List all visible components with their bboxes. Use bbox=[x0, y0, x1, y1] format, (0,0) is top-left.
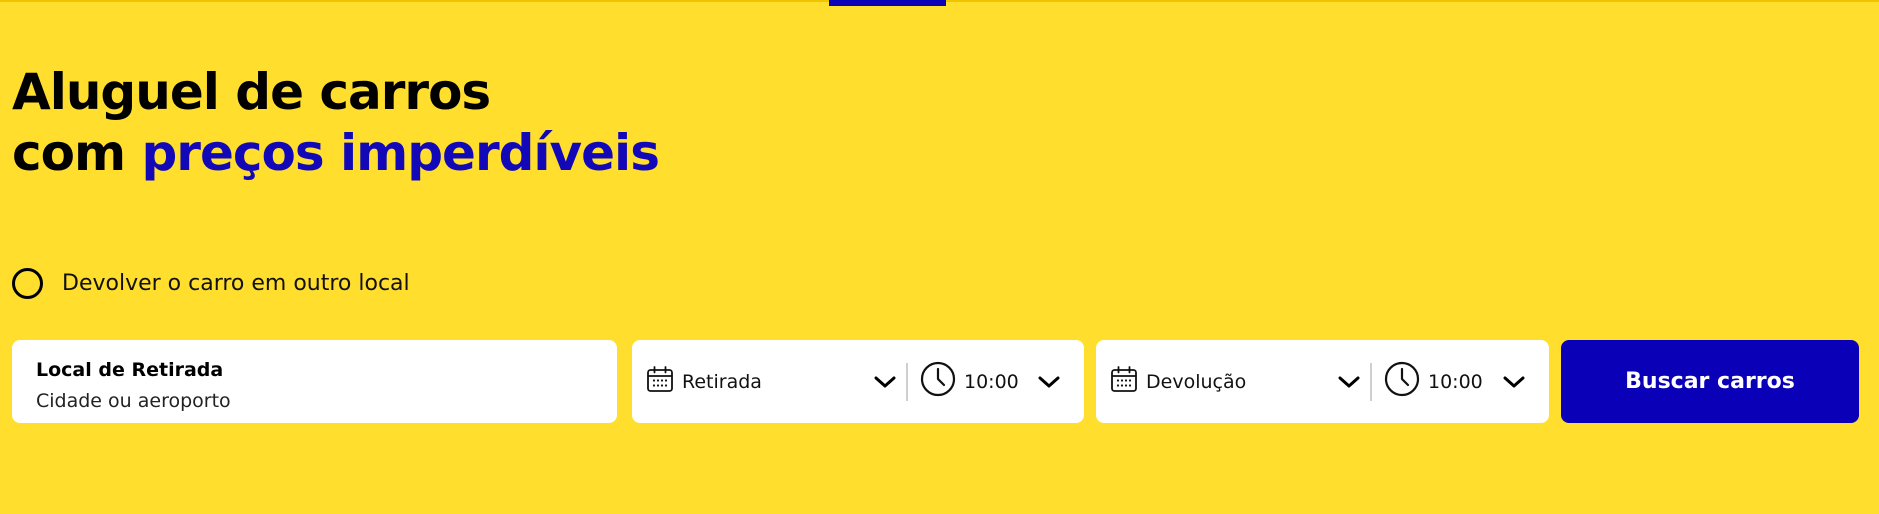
clock-icon bbox=[1384, 361, 1420, 402]
dropoff-time-picker[interactable]: 10:00 bbox=[1372, 340, 1549, 423]
title-line-2-prefix: com bbox=[12, 124, 142, 182]
dropoff-time-value: 10:00 bbox=[1428, 370, 1483, 393]
title-line-2: com preços imperdíveis bbox=[12, 123, 660, 184]
pickup-datetime-field: Retirada 10:00 bbox=[632, 340, 1084, 423]
pickup-time-value: 10:00 bbox=[964, 370, 1019, 393]
dropoff-date-label: Devolução bbox=[1146, 370, 1247, 393]
clock-icon bbox=[920, 361, 956, 402]
pickup-location-field[interactable]: Local de Retirada bbox=[12, 340, 617, 423]
return-elsewhere-radio[interactable] bbox=[12, 268, 43, 299]
chevron-down-icon bbox=[1336, 369, 1362, 395]
pickup-date-picker[interactable]: Retirada bbox=[632, 340, 906, 423]
calendar-icon bbox=[646, 365, 674, 398]
dropoff-date-picker[interactable]: Devolução bbox=[1096, 340, 1370, 423]
chevron-down-icon bbox=[1036, 369, 1062, 395]
title-accent-text: preços imperdíveis bbox=[141, 124, 660, 182]
return-elsewhere-label: Devolver o carro em outro local bbox=[62, 271, 410, 296]
page-title: Aluguel de carros com preços imperdíveis bbox=[12, 62, 660, 184]
chevron-down-icon bbox=[1501, 369, 1527, 395]
active-tab-indicator bbox=[829, 0, 946, 6]
pickup-location-input[interactable] bbox=[36, 390, 596, 412]
title-line-1: Aluguel de carros bbox=[12, 63, 491, 121]
search-cars-button[interactable]: Buscar carros bbox=[1561, 340, 1859, 423]
dropoff-datetime-field: Devolução 10:00 bbox=[1096, 340, 1549, 423]
pickup-location-label: Local de Retirada bbox=[36, 359, 224, 381]
pickup-date-label: Retirada bbox=[682, 370, 762, 393]
return-elsewhere-toggle[interactable]: Devolver o carro em outro local bbox=[12, 268, 410, 299]
calendar-icon bbox=[1110, 365, 1138, 398]
pickup-time-picker[interactable]: 10:00 bbox=[908, 340, 1084, 423]
chevron-down-icon bbox=[872, 369, 898, 395]
